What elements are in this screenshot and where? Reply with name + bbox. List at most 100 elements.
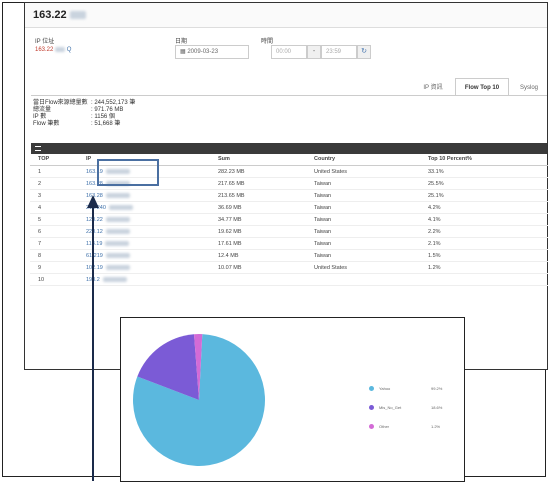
menu-icon[interactable] bbox=[35, 146, 41, 151]
cell-percent: 4.1% bbox=[420, 213, 548, 226]
cell-ip-text: 220.12 bbox=[86, 228, 103, 235]
time-to-field[interactable]: 23:59 bbox=[321, 45, 357, 59]
redacted-block bbox=[105, 252, 130, 258]
pie-chart-panel: Yahoo 99.2% Mis_No_Get 18.6% Other 1.2% bbox=[120, 317, 465, 482]
col-sum[interactable]: Sum bbox=[210, 153, 306, 166]
redacted-block bbox=[105, 216, 130, 222]
ip-label: IP 位址 bbox=[35, 39, 55, 45]
cell-country-text: Taiwan bbox=[314, 216, 332, 223]
cell-percent: 1.2% bbox=[420, 261, 548, 274]
legend-dot bbox=[369, 424, 374, 429]
col-country[interactable]: Country bbox=[306, 153, 420, 166]
table-row[interactable]: 9 102.19 10.07 MB United States 1.2% bbox=[30, 261, 548, 274]
cell-ip[interactable]: 220.12 bbox=[78, 225, 210, 238]
cell-country: Taiwan bbox=[306, 177, 420, 190]
ip-link[interactable]: 163.22 Q bbox=[35, 47, 71, 53]
cell-sum: 10.07 MB bbox=[210, 261, 306, 274]
table-row[interactable]: 3 163.28 213.65 MB Taiwan 25.1% bbox=[30, 189, 548, 202]
stat-label: 當日Flow來源總量數 bbox=[33, 100, 88, 106]
cell-top: 7 bbox=[30, 237, 78, 250]
legend-label: Other bbox=[379, 424, 390, 429]
cell-country: Taiwan bbox=[306, 201, 420, 214]
stat-label: IP 數 bbox=[33, 114, 47, 120]
cell-ip[interactable]: 118.19 bbox=[78, 237, 210, 250]
cell-country-text: Taiwan bbox=[314, 204, 332, 211]
cell-top: 6 bbox=[30, 225, 78, 238]
page-title: 163.22 bbox=[33, 9, 86, 21]
stat-label: 總流量 bbox=[33, 107, 52, 113]
cell-sum: 17.61 MB bbox=[210, 237, 306, 250]
cell-top: 1 bbox=[30, 165, 78, 178]
cell-top: 8 bbox=[30, 249, 78, 262]
cell-country: Taiwan bbox=[306, 213, 420, 226]
redacted-block bbox=[105, 228, 130, 234]
cell-country: United States bbox=[306, 165, 420, 178]
cell-percent-text: 2.1% bbox=[428, 240, 441, 247]
cell-ip[interactable]: 102.19 bbox=[78, 261, 210, 274]
cell-percent: 4.2% bbox=[420, 201, 548, 214]
cell-sum-text: 217.65 MB bbox=[218, 180, 245, 187]
tab-flow-top10[interactable]: Flow Top 10 bbox=[455, 78, 509, 96]
cell-top: 9 bbox=[30, 261, 78, 274]
legend-label: Yahoo bbox=[379, 386, 391, 391]
cell-ip[interactable]: 61.219 bbox=[78, 249, 210, 262]
redacted-block bbox=[69, 11, 86, 20]
cell-top-text: 1 bbox=[38, 168, 42, 175]
title-bar: 163.22 bbox=[25, 3, 547, 28]
cell-sum-text: 17.61 MB bbox=[218, 240, 242, 247]
refresh-icon[interactable]: ↻ bbox=[357, 45, 371, 59]
legend-value: 18.6% bbox=[431, 405, 443, 410]
stat-row: 當日Flow來源總量數: 244,552,173 筆 bbox=[33, 100, 135, 107]
ip-title-text: 163.22 bbox=[33, 9, 67, 21]
redacted-block bbox=[105, 192, 130, 198]
table-row[interactable]: 6 220.12 19.62 MB Taiwan 2.2% bbox=[30, 225, 548, 238]
cell-country: Taiwan bbox=[306, 225, 420, 238]
cell-sum: 217.65 MB bbox=[210, 177, 306, 190]
cell-ip[interactable]: 198.2 bbox=[78, 273, 210, 286]
redacted-block bbox=[105, 264, 130, 270]
cell-percent-text: 2.2% bbox=[428, 228, 441, 235]
redacted-block bbox=[55, 47, 66, 52]
legend-label: Mis_No_Get bbox=[379, 405, 402, 410]
cell-ip[interactable]: 120.22 bbox=[78, 213, 210, 226]
cell-ip-text: 118.19 bbox=[86, 240, 103, 247]
search-icon[interactable]: Q bbox=[67, 47, 72, 53]
table-row[interactable]: 5 120.22 34.77 MB Taiwan 4.1% bbox=[30, 213, 548, 226]
cell-percent: 2.2% bbox=[420, 225, 548, 238]
time-from-field[interactable]: 00:00 bbox=[271, 45, 307, 59]
cell-top: 4 bbox=[30, 201, 78, 214]
tab-syslog[interactable]: Syslog bbox=[509, 78, 549, 96]
table-row[interactable]: 7 118.19 17.61 MB Taiwan 2.1% bbox=[30, 237, 548, 250]
col-top[interactable]: TOP bbox=[30, 153, 78, 166]
calendar-icon[interactable]: ▦ bbox=[180, 49, 186, 55]
cell-top-text: 4 bbox=[38, 204, 42, 211]
stat-row: Flow 筆數: 51,668 筆 bbox=[33, 121, 135, 128]
legend-value: 1.2% bbox=[431, 424, 441, 429]
table-row[interactable]: 8 61.219 12.4 MB Taiwan 1.5% bbox=[30, 249, 548, 262]
col-percent[interactable]: Top 10 Percent% bbox=[420, 153, 548, 166]
cell-top: 3 bbox=[30, 189, 78, 202]
redacted-block bbox=[108, 204, 133, 210]
cell-sum: 213.65 MB bbox=[210, 189, 306, 202]
cell-top-text: 10 bbox=[38, 276, 45, 283]
cell-country-text: Taiwan bbox=[314, 192, 332, 199]
table-row[interactable]: 10 198.2 bbox=[30, 273, 548, 286]
cell-sum: 34.77 MB bbox=[210, 213, 306, 226]
cell-percent-text: 1.2% bbox=[428, 264, 441, 271]
table-row[interactable]: 4 210.240 36.69 MB Taiwan 4.2% bbox=[30, 201, 548, 214]
cell-top-text: 9 bbox=[38, 264, 42, 271]
legend-value: 99.2% bbox=[431, 386, 443, 391]
pie-chart bbox=[133, 334, 265, 466]
date-field[interactable]: ▦ 2009-03-23 bbox=[175, 45, 249, 59]
arrow-head-icon bbox=[87, 195, 99, 208]
cell-percent bbox=[420, 273, 548, 286]
tab-ip-info[interactable]: IP 資訊 bbox=[411, 78, 455, 96]
stat-value: : 244,552,173 筆 bbox=[91, 100, 136, 106]
date-label: 日期 bbox=[175, 39, 188, 45]
cell-ip-text: 120.22 bbox=[86, 216, 103, 223]
cell-top-text: 6 bbox=[38, 228, 42, 235]
tab-divider bbox=[31, 95, 547, 96]
stat-value: : 1156 個 bbox=[91, 114, 115, 120]
cell-country-text: Taiwan bbox=[314, 252, 332, 259]
cell-sum-text: 12.4 MB bbox=[218, 252, 239, 259]
